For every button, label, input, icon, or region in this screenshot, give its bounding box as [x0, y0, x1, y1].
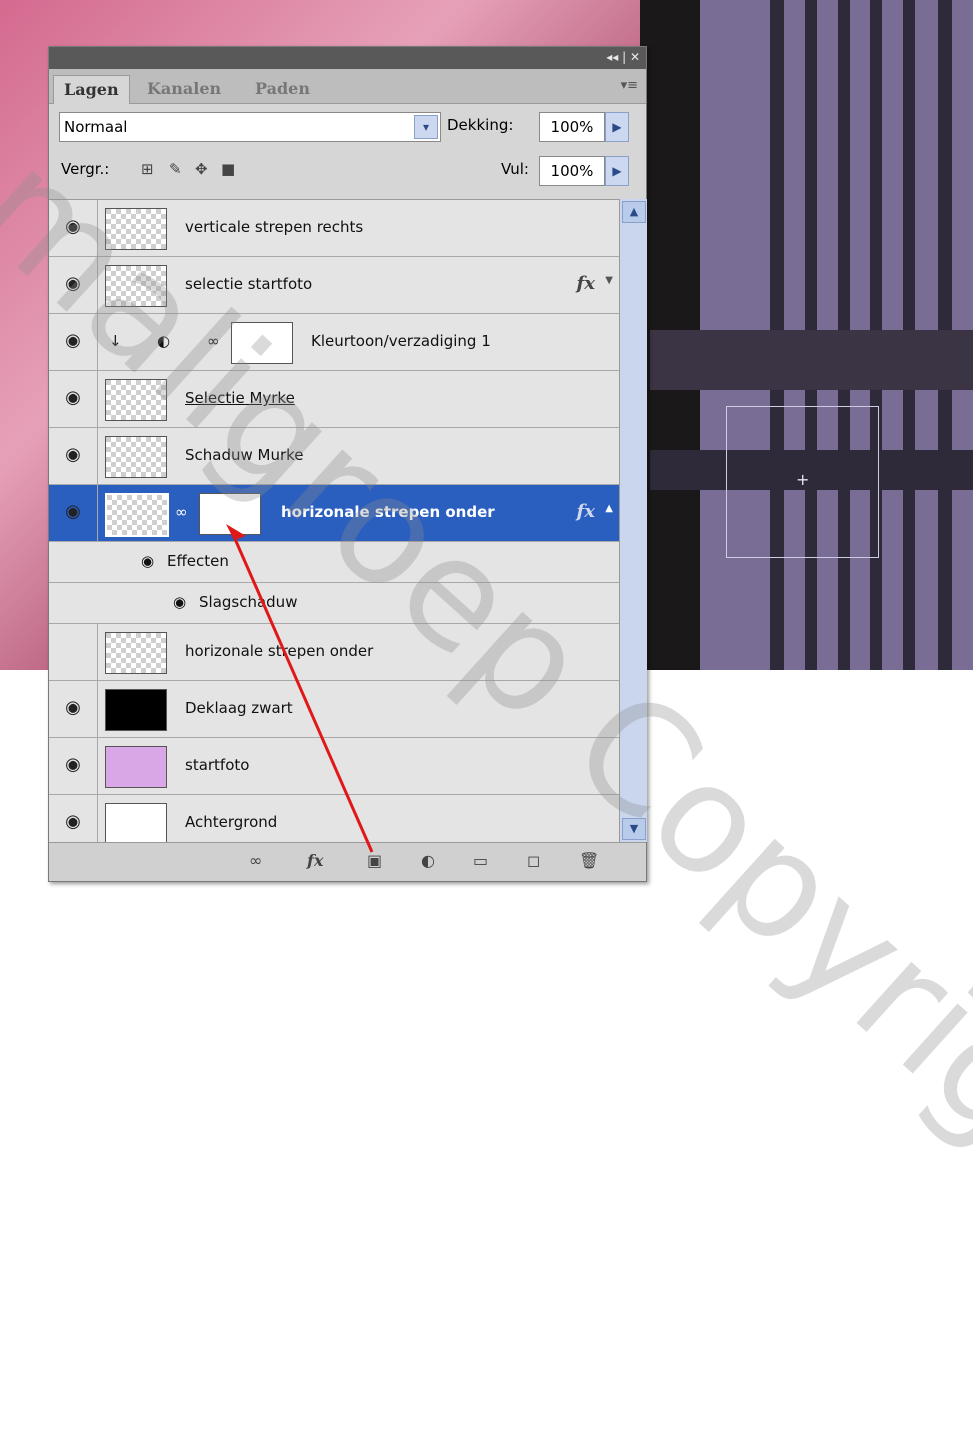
- blend-row: Normaal ▾ Dekking: 100% ▶: [49, 104, 646, 148]
- scroll-down-icon[interactable]: ▼: [622, 818, 646, 840]
- new-group-icon[interactable]: ▭: [473, 851, 488, 870]
- eye-icon[interactable]: ◉: [55, 497, 91, 527]
- blend-mode-value: Normaal: [64, 118, 128, 136]
- layer-thumbnail: [105, 265, 167, 307]
- layer-row[interactable]: ◉ startfoto: [49, 738, 619, 795]
- eye-icon[interactable]: ◉: [55, 440, 91, 470]
- fx-icon[interactable]: fx: [577, 501, 595, 522]
- clip-arrow-icon: ↓: [109, 332, 122, 350]
- eye-icon[interactable]: ◉: [55, 212, 91, 242]
- lock-transparency-icon[interactable]: ⊞: [141, 160, 154, 178]
- eye-icon[interactable]: ◉: [141, 552, 154, 570]
- layer-name: startfoto: [185, 756, 250, 774]
- layer-name: Achtergrond: [185, 813, 278, 831]
- layer-row[interactable]: ◉ Schaduw Murke: [49, 428, 619, 485]
- layer-thumbnail: [105, 746, 167, 788]
- layer-thumbnail: [105, 689, 167, 731]
- collapse-close-icon[interactable]: ◂◂ | ✕: [606, 50, 640, 64]
- chevron-down-icon[interactable]: ▼: [605, 275, 613, 286]
- layer-row[interactable]: horizonale strepen onder: [49, 624, 619, 681]
- fill-label: Vul:: [501, 160, 529, 178]
- eye-icon[interactable]: ◉: [55, 750, 91, 780]
- chevron-up-icon[interactable]: ▲: [605, 503, 613, 514]
- fx-icon[interactable]: fx: [577, 273, 595, 294]
- layer-name: selectie startfoto: [185, 275, 313, 293]
- mask-thumbnail: [199, 493, 261, 535]
- opacity-input[interactable]: 100%: [539, 112, 605, 142]
- layer-row[interactable]: ◉ ↓ ◐ ∞ Kleurtoon/verzadiging 1: [49, 314, 619, 371]
- eye-icon[interactable]: ◉: [173, 593, 186, 611]
- fill-arrow-icon[interactable]: ▶: [605, 156, 629, 186]
- lock-all-icon[interactable]: ■: [221, 160, 235, 178]
- layers-list: ◉ verticale strepen rechts ◉ selectie st…: [49, 199, 619, 851]
- lock-label: Vergr.:: [61, 160, 110, 178]
- layer-row[interactable]: ◉ selectie startfoto fx ▼: [49, 257, 619, 314]
- add-mask-icon[interactable]: ▣: [367, 851, 382, 870]
- layer-name: Deklaag zwart: [185, 699, 293, 717]
- effects-label: Effecten: [167, 552, 229, 570]
- opacity-label: Dekking:: [447, 116, 514, 134]
- layer-thumbnail: [105, 379, 167, 421]
- new-layer-icon[interactable]: ◻: [527, 851, 540, 870]
- layers-panel: ◂◂ | ✕ Lagen Kanalen Paden ▾≡ Normaal ▾ …: [48, 46, 647, 882]
- layer-name: verticale strepen rechts: [185, 218, 364, 236]
- layer-name: Kleurtoon/verzadiging 1: [311, 332, 491, 350]
- tab-lagen[interactable]: Lagen: [53, 75, 130, 104]
- panel-tabs: Lagen Kanalen Paden ▾≡: [49, 69, 646, 104]
- lock-position-icon[interactable]: ✥: [195, 160, 208, 178]
- layer-name: horizonale strepen onder: [185, 642, 374, 660]
- chain-link-icon[interactable]: ∞: [175, 503, 188, 521]
- opacity-arrow-icon[interactable]: ▶: [605, 112, 629, 142]
- lock-row: Vergr.: ⊞ ✎ ✥ ■ Vul: 100% ▶: [49, 148, 646, 192]
- layer-name: Selectie Myrke: [185, 389, 295, 407]
- layer-thumbnail: [105, 632, 167, 674]
- layer-thumbnail: [105, 208, 167, 250]
- tab-kanalen[interactable]: Kanalen: [137, 75, 231, 103]
- fill-input[interactable]: 100%: [539, 156, 605, 186]
- layer-name: Schaduw Murke: [185, 446, 304, 464]
- layer-thumbnail: [105, 493, 169, 537]
- crosshair-icon: +: [796, 470, 810, 489]
- trash-icon[interactable]: 🗑: [579, 851, 599, 870]
- mask-thumbnail: [231, 322, 293, 364]
- effects-row[interactable]: ◉ Effecten: [49, 542, 619, 583]
- eye-hidden-icon[interactable]: [55, 636, 91, 666]
- layer-row-selected[interactable]: ◉ ∞ horizonale strepen onder fx ▲: [49, 485, 619, 542]
- adjustment-icon: ◐: [157, 332, 171, 350]
- layers-scrollbar[interactable]: ▲ ▼: [619, 199, 647, 842]
- panel-bottom-toolbar: ∞ fx ▣ ◐ ▭ ◻ 🗑: [49, 842, 646, 881]
- tab-paden[interactable]: Paden: [245, 75, 320, 103]
- eye-icon[interactable]: ◉: [55, 269, 91, 299]
- layer-row[interactable]: ◉ Deklaag zwart: [49, 681, 619, 738]
- layer-thumbnail: [105, 803, 167, 845]
- eye-icon[interactable]: ◉: [55, 383, 91, 413]
- panel-menu-icon[interactable]: ▾≡: [621, 78, 638, 93]
- chain-link-icon[interactable]: ∞: [207, 332, 220, 350]
- effect-item-row[interactable]: ◉ Slagschaduw: [49, 583, 619, 624]
- layer-thumbnail: [105, 436, 167, 478]
- adjustment-layer-icon[interactable]: ◐: [421, 851, 435, 870]
- layer-row[interactable]: ◉ Selectie Myrke: [49, 371, 619, 428]
- chevron-down-icon[interactable]: ▾: [414, 115, 438, 139]
- blend-mode-select[interactable]: Normaal ▾: [59, 112, 441, 142]
- scroll-up-icon[interactable]: ▲: [622, 201, 646, 223]
- eye-icon[interactable]: ◉: [55, 326, 91, 356]
- add-style-icon[interactable]: fx: [307, 851, 323, 870]
- panel-titlebar[interactable]: ◂◂ | ✕: [49, 47, 646, 69]
- layer-row[interactable]: ◉ verticale strepen rechts: [49, 200, 619, 257]
- eye-icon[interactable]: ◉: [55, 807, 91, 837]
- layer-name: horizonale strepen onder: [281, 503, 495, 521]
- link-layers-icon[interactable]: ∞: [249, 851, 262, 870]
- horizontal-band: [650, 330, 973, 390]
- eye-icon[interactable]: ◉: [55, 693, 91, 723]
- lock-pixels-icon[interactable]: ✎: [169, 160, 182, 178]
- effect-name: Slagschaduw: [199, 593, 298, 611]
